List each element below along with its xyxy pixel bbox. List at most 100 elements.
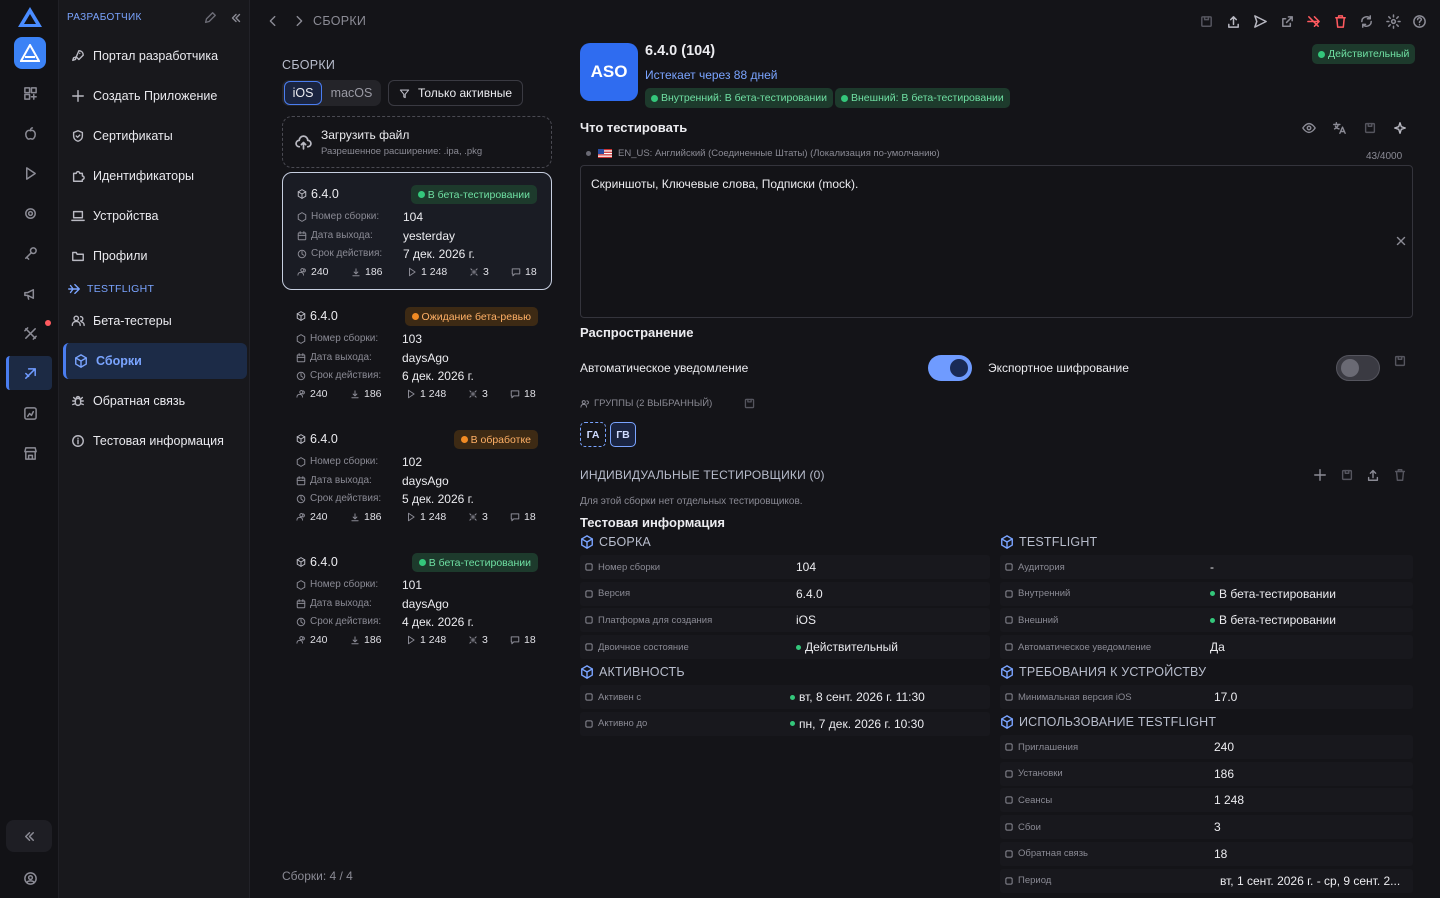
add-tester-icon[interactable]	[1313, 468, 1327, 482]
tools-icon[interactable]	[14, 317, 46, 349]
activity-section-head-label: АКТИВНОСТЬ	[599, 665, 685, 679]
status-dot	[411, 313, 419, 320]
what-to-test-title: Что тестировать	[580, 120, 688, 135]
build-card[interactable]: 6.4.0 В бета-тестировании Номер сборки: …	[282, 172, 552, 290]
usage-section-head-label: ИСПОЛЬЗОВАНИЕ TESTFLIGHT	[1019, 715, 1217, 729]
build-number-value: 102	[402, 455, 423, 469]
char-count: 43/4000	[1366, 151, 1403, 162]
build-card[interactable]: 6.4.0 В обработке Номер сборки: 102 Дата…	[282, 418, 552, 536]
info-row-label-text: Обратная связь	[1018, 848, 1088, 860]
release-date-value: daysAgo	[402, 597, 449, 611]
sidebar-item-beta-testers[interactable]: Бета-тестеры	[63, 303, 247, 339]
testflight-rail-icon[interactable]	[6, 356, 52, 390]
internal-status-label: Внутренний: В бета-тестировании	[661, 92, 828, 104]
info-row: Активно до пн, 7 дек. 2026 г. 10:30	[580, 711, 990, 736]
info-row: Сеансы 1 248	[1000, 788, 1413, 813]
notes-textarea[interactable]: Скриншоты, Ключевые слова, Подписки (moc…	[580, 165, 1413, 318]
info-row-value-text: пн, 7 дек. 2026 г. 10:30	[799, 716, 925, 731]
section-developer-label: РАЗРАБОТЧИК	[67, 12, 142, 23]
key-icon[interactable]	[14, 237, 46, 269]
info-row-value-text: В бета-тестировании	[1219, 586, 1336, 601]
save-testers-icon[interactable]	[1340, 468, 1354, 482]
upload-testers-icon[interactable]	[1366, 468, 1380, 482]
group-chip-1[interactable]: ГА	[580, 422, 606, 447]
release-date-label: Дата выхода:	[296, 352, 372, 363]
sidebar-item-builds[interactable]: Сборки	[63, 343, 247, 379]
info-row-value-text: 6.4.0	[796, 586, 823, 601]
row-icon	[1004, 615, 1018, 625]
row-icon	[1004, 692, 1018, 702]
target-icon[interactable]	[14, 197, 46, 229]
sidebar-item-feedback[interactable]: Обратная связь	[63, 383, 247, 419]
sessions-icon	[406, 512, 420, 522]
back-arrow-icon[interactable]	[266, 14, 280, 28]
edit-icon[interactable]	[203, 11, 217, 25]
save-groups-icon[interactable]	[743, 397, 756, 410]
status-dot	[790, 694, 795, 700]
auto-notify-toggle[interactable]	[928, 355, 972, 381]
sidebar-item-test-info[interactable]: Тестовая информация	[63, 423, 247, 459]
build-status-badge: В бета-тестировании	[410, 185, 537, 204]
build-box-icon	[296, 557, 306, 567]
release-date-value: daysAgo	[402, 474, 449, 488]
info-row-value: вт, 8 сент. 2026 г. 11:30	[790, 690, 925, 704]
build-stat: 1 248	[406, 511, 446, 523]
expiry-value: 7 дек. 2026 г.	[403, 247, 475, 261]
build-stat: 240	[297, 266, 329, 278]
chart-icon[interactable]	[14, 397, 46, 429]
play-store-icon[interactable]	[14, 157, 46, 189]
filter-icon	[399, 88, 410, 99]
info-row: Сбои 3	[1000, 815, 1413, 840]
build-stat-value: 18	[524, 634, 536, 646]
locale-dot	[586, 151, 591, 156]
megaphone-icon[interactable]	[14, 277, 46, 309]
info-row-label: Внешний	[1004, 615, 1058, 626]
build-section-head: СБОРКА	[580, 535, 651, 549]
collapse-sidebar-icon[interactable]	[229, 11, 243, 25]
app-icon: ASO	[580, 43, 638, 101]
laptop-icon	[71, 209, 93, 223]
clear-notes-icon[interactable]	[1394, 234, 1408, 248]
platform-macos-tab[interactable]: macOS	[324, 81, 379, 105]
info-row: Приглашения 240	[1000, 735, 1413, 759]
build-card[interactable]: 6.4.0 Ожидание бета-ревью Номер сборки: …	[282, 295, 552, 413]
build-box-icon	[580, 535, 599, 549]
sidebar-item-profiles[interactable]: Профили	[63, 238, 247, 274]
export-encryption-toggle[interactable]	[1336, 355, 1380, 381]
info-row-value-text: В бета-тестировании	[1219, 613, 1336, 628]
sidebar-item-devices[interactable]: Устройства	[63, 198, 247, 234]
filter-active-button[interactable]: Только активные	[388, 80, 523, 106]
ai-sparkle-icon[interactable]	[1393, 121, 1407, 135]
account-icon[interactable]	[14, 862, 46, 894]
folder-icon	[71, 249, 93, 263]
save-distribution-icon[interactable]	[1393, 354, 1407, 368]
eye-icon[interactable]	[1302, 121, 1316, 135]
row-icon	[1004, 589, 1018, 599]
group-chip-2[interactable]: ГВ	[610, 422, 636, 447]
store-icon[interactable]	[14, 437, 46, 469]
sidebar-item-developer-portal[interactable]: Портал разработчика	[63, 38, 247, 74]
upload-dropzone[interactable]: Загрузить файл Разрешенное расширение: .…	[282, 116, 552, 168]
build-number-label: Номер сборки:	[296, 579, 378, 590]
apps-grid-icon[interactable]	[14, 77, 46, 109]
locale-row[interactable]: EN_US: Английский (Соединенные Штаты) (Л…	[586, 148, 940, 159]
platform-ios-tab[interactable]: iOS	[284, 81, 322, 105]
sidebar-item-identifiers[interactable]: Идентификаторы	[63, 158, 247, 194]
build-number-caption: Номер сборки:	[310, 333, 379, 344]
build-version-label: 6.4.0	[310, 309, 338, 323]
info-row-label: Активно до	[584, 718, 647, 729]
apple-icon[interactable]	[14, 117, 46, 149]
build-card[interactable]: 6.4.0 В бета-тестировании Номер сборки: …	[282, 541, 552, 659]
info-row-label-text: Сеансы	[1018, 794, 1053, 806]
save-notes-icon[interactable]	[1363, 121, 1377, 135]
status-dot	[418, 559, 426, 566]
translate-icon[interactable]	[1332, 121, 1346, 135]
release-date-label: Дата выхода:	[297, 230, 373, 241]
delete-testers-icon[interactable]	[1393, 468, 1407, 482]
forward-arrow-icon[interactable]	[292, 14, 306, 28]
build-status-badge: В бета-тестировании	[411, 553, 538, 572]
app-store-icon[interactable]	[14, 37, 46, 69]
collapse-rail-icon[interactable]	[6, 820, 52, 852]
sidebar-item-certificates[interactable]: Сертификаты	[63, 118, 247, 154]
sidebar-item-create-app[interactable]: Создать Приложение	[63, 78, 247, 114]
